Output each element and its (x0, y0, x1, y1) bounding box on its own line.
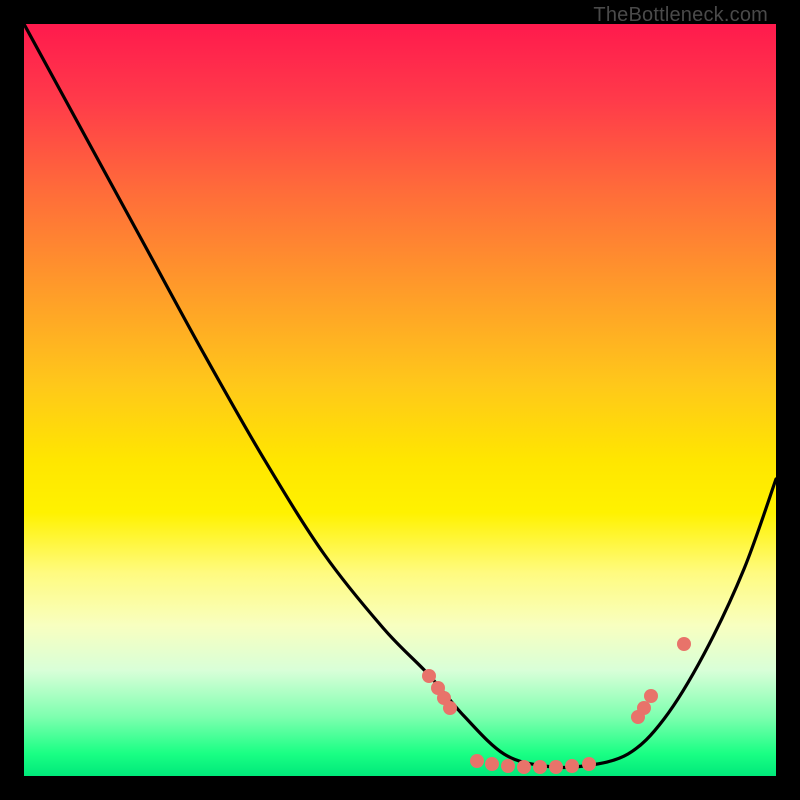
marker-dot (422, 669, 436, 683)
marker-dot (443, 701, 457, 715)
marker-dot (644, 689, 658, 703)
marker-dot (485, 757, 499, 771)
marker-dots (422, 637, 691, 774)
marker-dot (517, 760, 531, 774)
plot-area (24, 24, 776, 776)
watermark-text: TheBottleneck.com (593, 4, 768, 27)
marker-dot (565, 759, 579, 773)
marker-dot (470, 754, 484, 768)
marker-dot (549, 760, 563, 774)
marker-dot (637, 701, 651, 715)
marker-dot (677, 637, 691, 651)
chart-frame: TheBottleneck.com (0, 0, 800, 800)
marker-dot (582, 757, 596, 771)
bottleneck-curve (24, 24, 776, 768)
marker-dot (501, 759, 515, 773)
marker-dot (533, 760, 547, 774)
curve-layer (24, 24, 776, 776)
